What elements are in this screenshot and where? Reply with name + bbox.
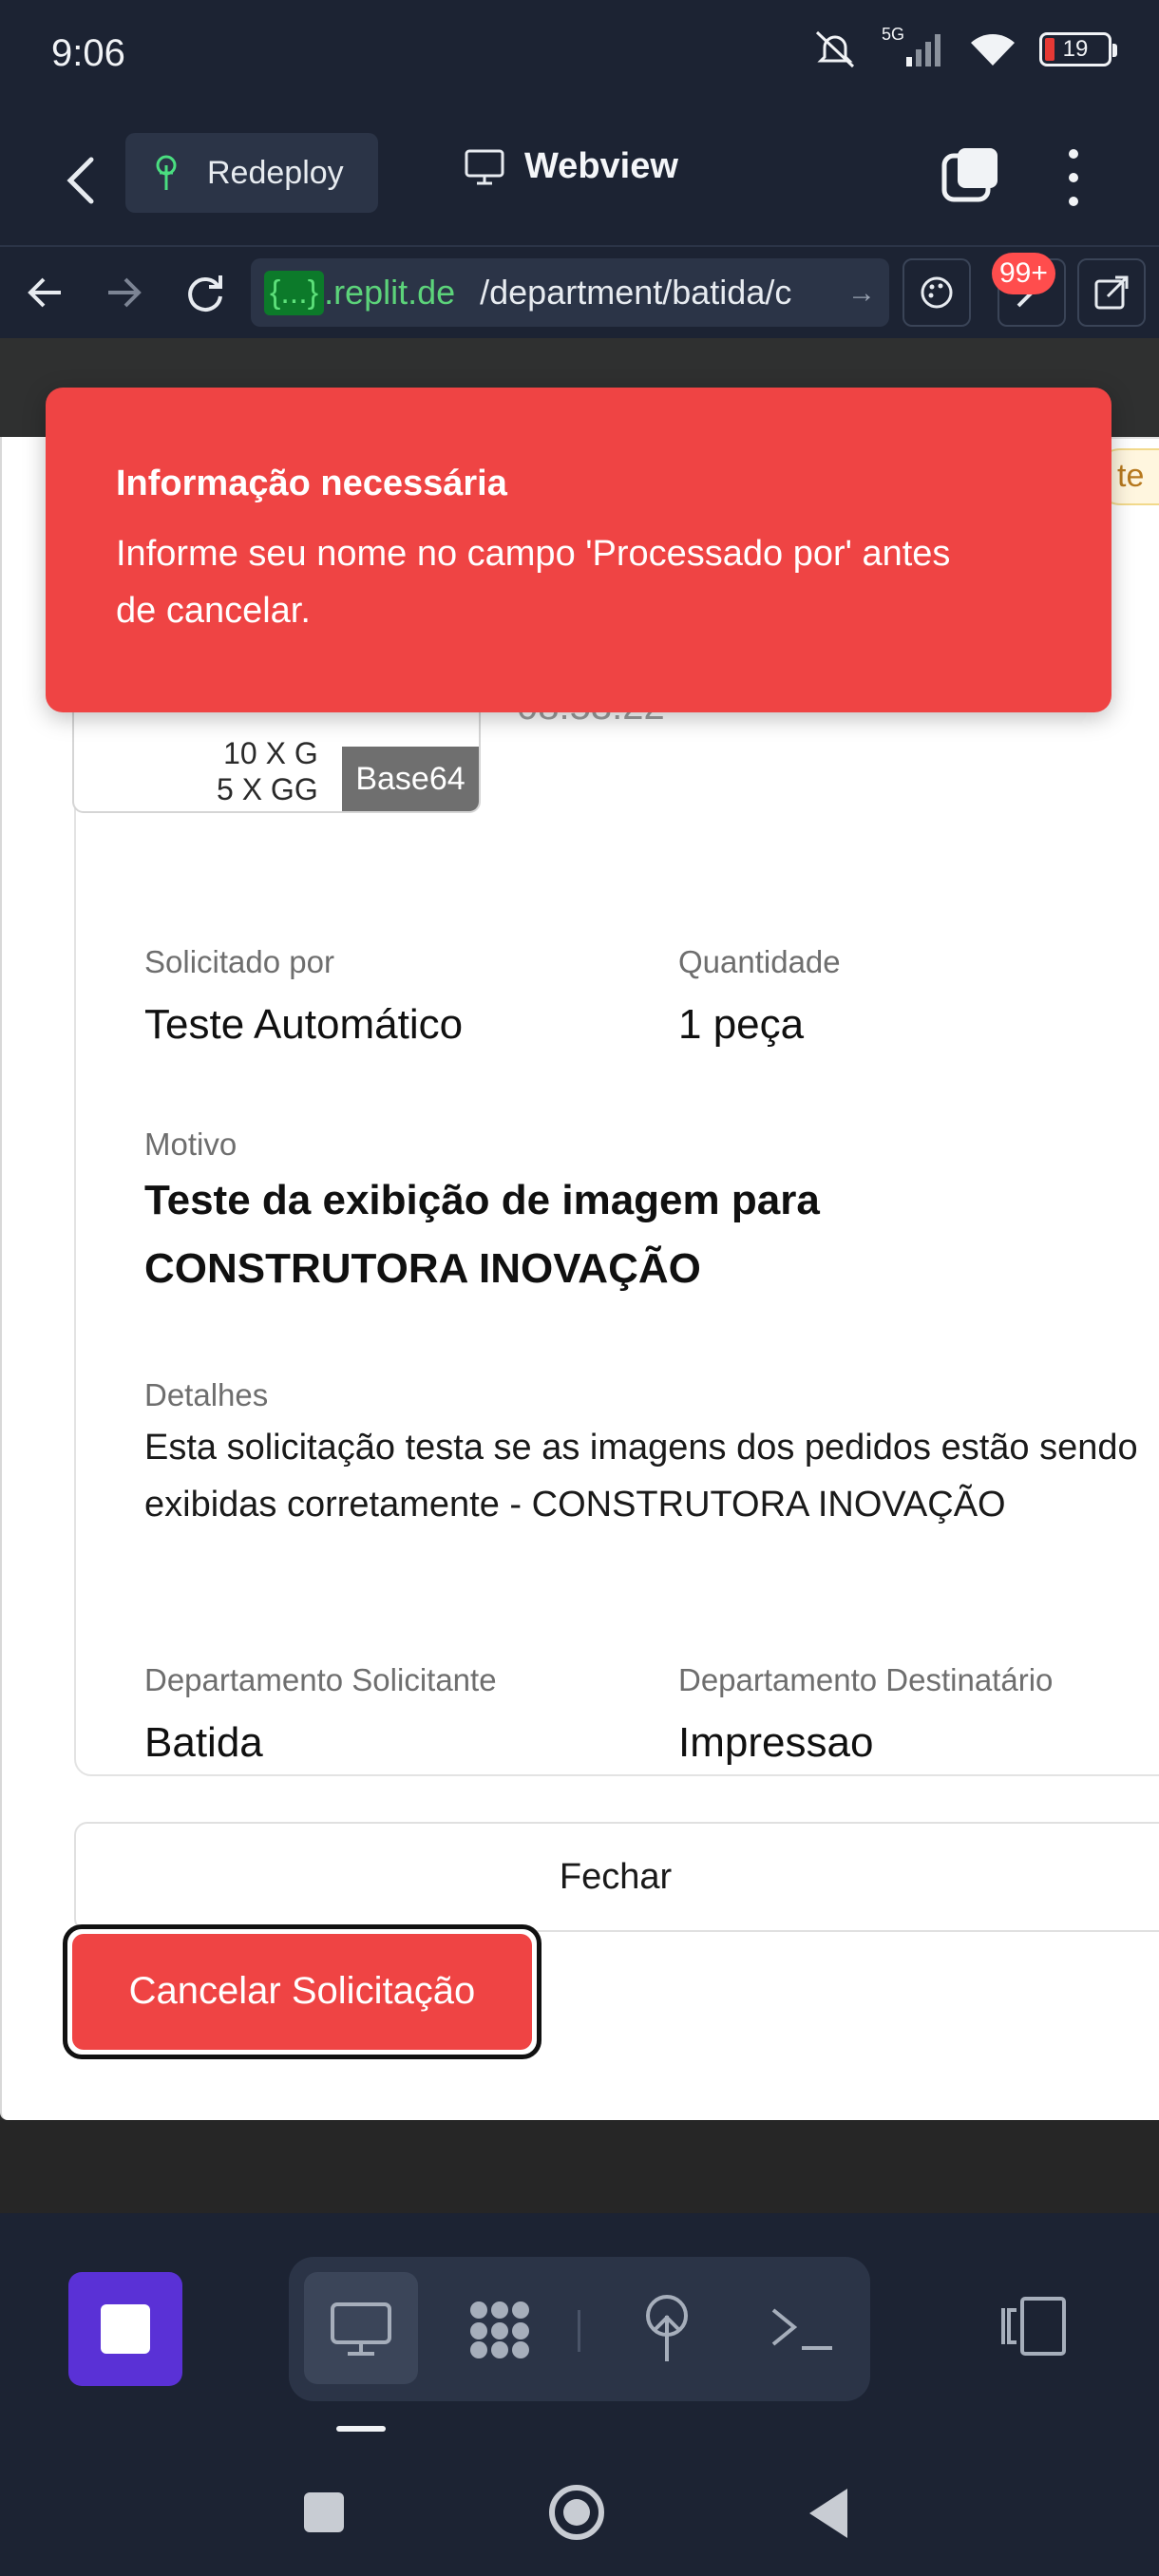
size-line: 10 X G	[223, 736, 318, 770]
tabs-button[interactable]	[940, 144, 1001, 205]
reload-icon[interactable]	[180, 268, 230, 317]
mute-icon	[815, 30, 855, 68]
theme-button[interactable]	[902, 258, 971, 327]
requesting-dept-value: Batida	[144, 1719, 263, 1766]
url-path: /department/batida/c	[480, 273, 792, 312]
palette-icon	[921, 276, 953, 309]
battery-icon: 19	[1039, 32, 1117, 66]
cancel-request-button[interactable]: Cancelar Solicitação	[72, 1934, 532, 2050]
browser-forward-icon[interactable]	[99, 268, 148, 317]
more-menu-icon[interactable]	[1054, 144, 1092, 211]
app-header: Redeploy Webview	[0, 114, 1159, 247]
system-back-button[interactable]	[809, 2489, 847, 2538]
system-navigation-bar	[0, 2443, 1159, 2576]
redeploy-label: Redeploy	[207, 154, 344, 191]
destination-dept-label: Departamento Destinatário	[678, 1662, 1054, 1697]
requested-by-value: Teste Automático	[144, 1001, 464, 1048]
close-button[interactable]: Fechar	[74, 1822, 1159, 1932]
redeploy-button[interactable]: Redeploy	[125, 133, 378, 213]
quantity-value: 1 peça	[678, 1001, 805, 1048]
signal-icon: 5G	[880, 25, 946, 70]
layout-icon[interactable]	[996, 2293, 1072, 2359]
go-arrow-icon[interactable]: →	[847, 277, 876, 310]
details-label: Detalhes	[144, 1377, 269, 1412]
webview-title: Webview	[524, 146, 678, 186]
tool-switcher	[289, 2257, 870, 2401]
requesting-dept-label: Departamento Solicitante	[144, 1662, 497, 1697]
home-button[interactable]	[549, 2485, 604, 2540]
bottom-dock	[0, 2213, 1159, 2443]
reason-label: Motivo	[144, 1127, 238, 1162]
requested-by-label: Solicitado por	[144, 944, 334, 979]
base64-tag: Base64	[342, 747, 479, 811]
back-button[interactable]	[55, 152, 106, 209]
webview-tab[interactable]: Webview	[464, 146, 678, 187]
webview-footer	[0, 2120, 1159, 2213]
url-input[interactable]: {...} .replit.de /department/batida/c →	[251, 258, 889, 327]
size-list: 10 X G 5 X GG	[217, 735, 318, 807]
recents-button[interactable]	[304, 2492, 344, 2532]
deploy-icon[interactable]	[631, 2289, 703, 2365]
destination-dept-value: Impressao	[678, 1719, 874, 1766]
reason-value: Teste da exibição de imagem para CONSTRU…	[144, 1177, 820, 1292]
desktop-icon	[331, 2302, 391, 2356]
url-toolbar: {...} .replit.de /department/batida/c → …	[0, 247, 1159, 338]
status-bar: 9:06 5G 19	[0, 0, 1159, 114]
monitor-icon	[465, 149, 504, 184]
toast-message: Informe seu nome no campo 'Processado po…	[116, 534, 951, 631]
notification-badge: 99+	[992, 253, 1055, 294]
apps-icon[interactable]	[464, 2295, 536, 2363]
tool-separator	[578, 2310, 580, 2352]
external-link-icon	[1094, 275, 1129, 310]
toast-title: Informação necessária	[116, 464, 507, 503]
url-tag: {...}	[264, 270, 325, 315]
wifi-icon	[971, 34, 1015, 66]
url-domain: .replit.de	[324, 273, 456, 312]
error-toast[interactable]: Informação necessária Informe seu nome n…	[46, 388, 1112, 712]
status-time: 9:06	[51, 32, 125, 74]
quantity-label: Quantidade	[678, 944, 841, 979]
open-external-button[interactable]	[1077, 258, 1146, 327]
details-value: Esta solicitação testa se as imagens dos…	[144, 1428, 1138, 1525]
active-indicator	[336, 2426, 386, 2432]
terminal-icon[interactable]	[764, 2299, 840, 2359]
status-icons: 5G 19	[811, 25, 1117, 70]
deploy-icon	[156, 155, 177, 190]
size-line: 5 X GG	[217, 772, 318, 806]
browser-back-icon[interactable]	[21, 268, 70, 317]
stop-button[interactable]	[68, 2272, 182, 2386]
